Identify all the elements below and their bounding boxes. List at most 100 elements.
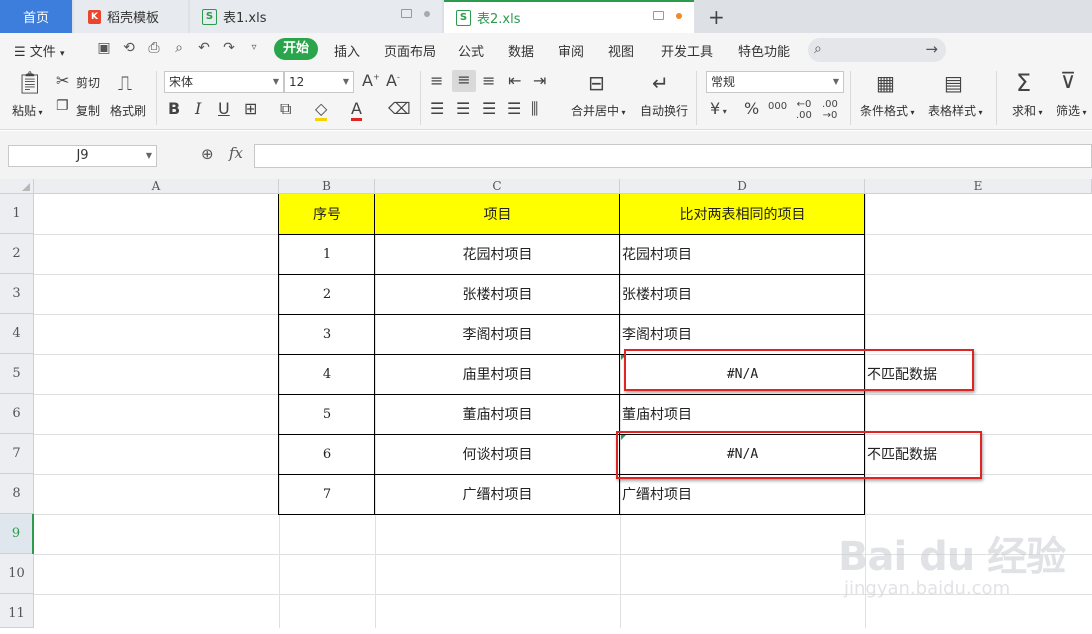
- row-header-2[interactable]: 2: [0, 234, 34, 274]
- row-header-8[interactable]: 8: [0, 474, 34, 514]
- wrap-text-button[interactable]: 自动换行: [640, 102, 688, 119]
- filter-button[interactable]: 筛选 ▾: [1056, 102, 1087, 119]
- close-dot-icon[interactable]: [424, 10, 430, 17]
- cell-c7[interactable]: 何谈村项目: [375, 434, 620, 474]
- monitor-icon[interactable]: [401, 9, 412, 18]
- menu-formulas[interactable]: 公式: [458, 41, 484, 60]
- menu-page-layout[interactable]: 页面布局: [384, 41, 436, 60]
- print-icon[interactable]: ⎙: [146, 40, 162, 56]
- table-style-icon[interactable]: ▤: [944, 71, 963, 95]
- select-all-button[interactable]: [0, 179, 34, 194]
- align-center-icon[interactable]: ☰: [456, 99, 470, 118]
- cell-b4[interactable]: 3: [279, 314, 375, 354]
- currency-button[interactable]: ¥ ▾: [710, 99, 727, 118]
- clear-format-icon[interactable]: ⌫: [388, 99, 411, 118]
- bold-button[interactable]: B: [168, 99, 180, 118]
- justify-icon[interactable]: ☰: [507, 99, 521, 118]
- formula-input[interactable]: [254, 144, 1092, 168]
- increase-font-icon[interactable]: A+: [362, 71, 380, 90]
- font-name-select[interactable]: 宋体 ▼: [164, 71, 284, 93]
- copy-button[interactable]: 复制: [76, 102, 100, 119]
- borders-icon[interactable]: ⊞: [244, 99, 257, 118]
- cut-button[interactable]: 剪切: [76, 74, 100, 91]
- row-header-4[interactable]: 4: [0, 314, 34, 354]
- menu-view[interactable]: 视图: [608, 41, 634, 60]
- unsaved-dot-icon[interactable]: [676, 12, 682, 19]
- zoom-icon[interactable]: ⊕: [201, 145, 214, 163]
- cell-d6[interactable]: 董庙村项目: [620, 394, 865, 434]
- cell-b7[interactable]: 6: [279, 434, 375, 474]
- font-color-icon[interactable]: A: [351, 99, 362, 121]
- number-format-select[interactable]: 常规 ▼: [706, 71, 844, 93]
- cell-c6[interactable]: 董庙村项目: [375, 394, 620, 434]
- paste-button[interactable]: 粘贴 ▾: [12, 102, 43, 119]
- font-size-select[interactable]: 12 ▼: [284, 71, 354, 93]
- cell-style-icon[interactable]: ⧉: [280, 99, 291, 119]
- row-header-1[interactable]: 1: [0, 194, 34, 234]
- wrap-text-icon[interactable]: ↵: [652, 71, 669, 95]
- cell-c8[interactable]: 广缙村项目: [375, 474, 620, 514]
- tab-book1[interactable]: S 表1.xls: [190, 0, 442, 33]
- customize-toolbar-icon[interactable]: ▿: [246, 40, 262, 56]
- sum-icon[interactable]: Σ: [1016, 69, 1031, 97]
- filter-icon[interactable]: ⊽: [1060, 69, 1076, 94]
- menu-data[interactable]: 数据: [508, 41, 534, 60]
- cell-b6[interactable]: 5: [279, 394, 375, 434]
- merge-cells-icon[interactable]: ⊟: [588, 71, 605, 95]
- menu-features[interactable]: 特色功能: [738, 41, 790, 60]
- column-header-b[interactable]: B: [279, 179, 375, 194]
- cell-b8[interactable]: 7: [279, 474, 375, 514]
- tab-book2[interactable]: S 表2.xls: [444, 0, 694, 33]
- conditional-format-button[interactable]: 条件格式 ▾: [860, 102, 915, 119]
- tab-daoke-templates[interactable]: K 稻壳模板: [74, 0, 188, 33]
- monitor-icon[interactable]: [653, 11, 664, 20]
- tab-home[interactable]: 首页: [0, 0, 72, 33]
- command-search[interactable]: ⌕ →: [808, 38, 946, 62]
- cell-b2[interactable]: 1: [279, 234, 375, 274]
- column-header-a[interactable]: A: [34, 179, 279, 194]
- menu-insert[interactable]: 插入: [334, 41, 360, 60]
- column-header-d[interactable]: D: [620, 179, 865, 194]
- add-tab-button[interactable]: +: [708, 5, 725, 29]
- format-painter-icon[interactable]: ⎍: [118, 71, 132, 95]
- save-icon[interactable]: ▣: [96, 40, 112, 56]
- row-header-10[interactable]: 10: [0, 554, 34, 594]
- indent-icon[interactable]: ⇥: [533, 71, 546, 90]
- redo-icon[interactable]: ↷: [221, 40, 237, 56]
- distributed-icon[interactable]: ⫼: [531, 99, 538, 119]
- table-style-button[interactable]: 表格样式 ▾: [928, 102, 983, 119]
- column-header-e[interactable]: E: [865, 179, 1092, 194]
- undo-icon[interactable]: ↶: [196, 40, 212, 56]
- cell-d8[interactable]: 广缙村项目: [620, 474, 865, 514]
- cell-c2[interactable]: 花园村项目: [375, 234, 620, 274]
- cell-d4[interactable]: 李阁村项目: [620, 314, 865, 354]
- menu-home[interactable]: 开始: [274, 38, 318, 60]
- decrease-decimal-icon[interactable]: .00 →0: [822, 99, 838, 121]
- name-box[interactable]: J9 ▼: [8, 145, 157, 167]
- underline-button[interactable]: U: [218, 99, 230, 118]
- print-preview-icon[interactable]: ⌕: [171, 40, 187, 56]
- cell-c4[interactable]: 李阁村项目: [375, 314, 620, 354]
- spreadsheet-grid[interactable]: A B C D E 1 2 3 4 5 6 7 8 9 10 11 序号 项目 …: [0, 179, 1092, 628]
- increase-decimal-icon[interactable]: ←0.00: [796, 99, 812, 121]
- paste-icon[interactable]: 📋︎: [16, 71, 44, 96]
- thousands-button[interactable]: 000: [768, 101, 787, 112]
- align-right-icon[interactable]: ☰: [482, 99, 496, 118]
- conditional-format-icon[interactable]: ▦: [876, 71, 895, 95]
- italic-button[interactable]: I: [195, 99, 201, 118]
- cell-d3[interactable]: 张楼村项目: [620, 274, 865, 314]
- decrease-font-icon[interactable]: A-: [386, 71, 400, 90]
- cell-b1[interactable]: 序号: [279, 194, 375, 234]
- file-menu[interactable]: ☰ 文件 ▾: [14, 41, 64, 60]
- align-bottom-icon[interactable]: ≡: [482, 71, 495, 90]
- row-header-3[interactable]: 3: [0, 274, 34, 314]
- cell-c5[interactable]: 庙里村项目: [375, 354, 620, 394]
- format-painter-button[interactable]: 格式刷: [110, 102, 146, 119]
- insert-function-button[interactable]: fx: [229, 144, 243, 162]
- cell-b5[interactable]: 4: [279, 354, 375, 394]
- align-top-icon[interactable]: ≡: [430, 71, 443, 90]
- cell-c1[interactable]: 项目: [375, 194, 620, 234]
- align-left-icon[interactable]: ☰: [430, 99, 444, 118]
- percent-button[interactable]: %: [744, 99, 759, 118]
- fill-color-icon[interactable]: ◇: [315, 99, 328, 121]
